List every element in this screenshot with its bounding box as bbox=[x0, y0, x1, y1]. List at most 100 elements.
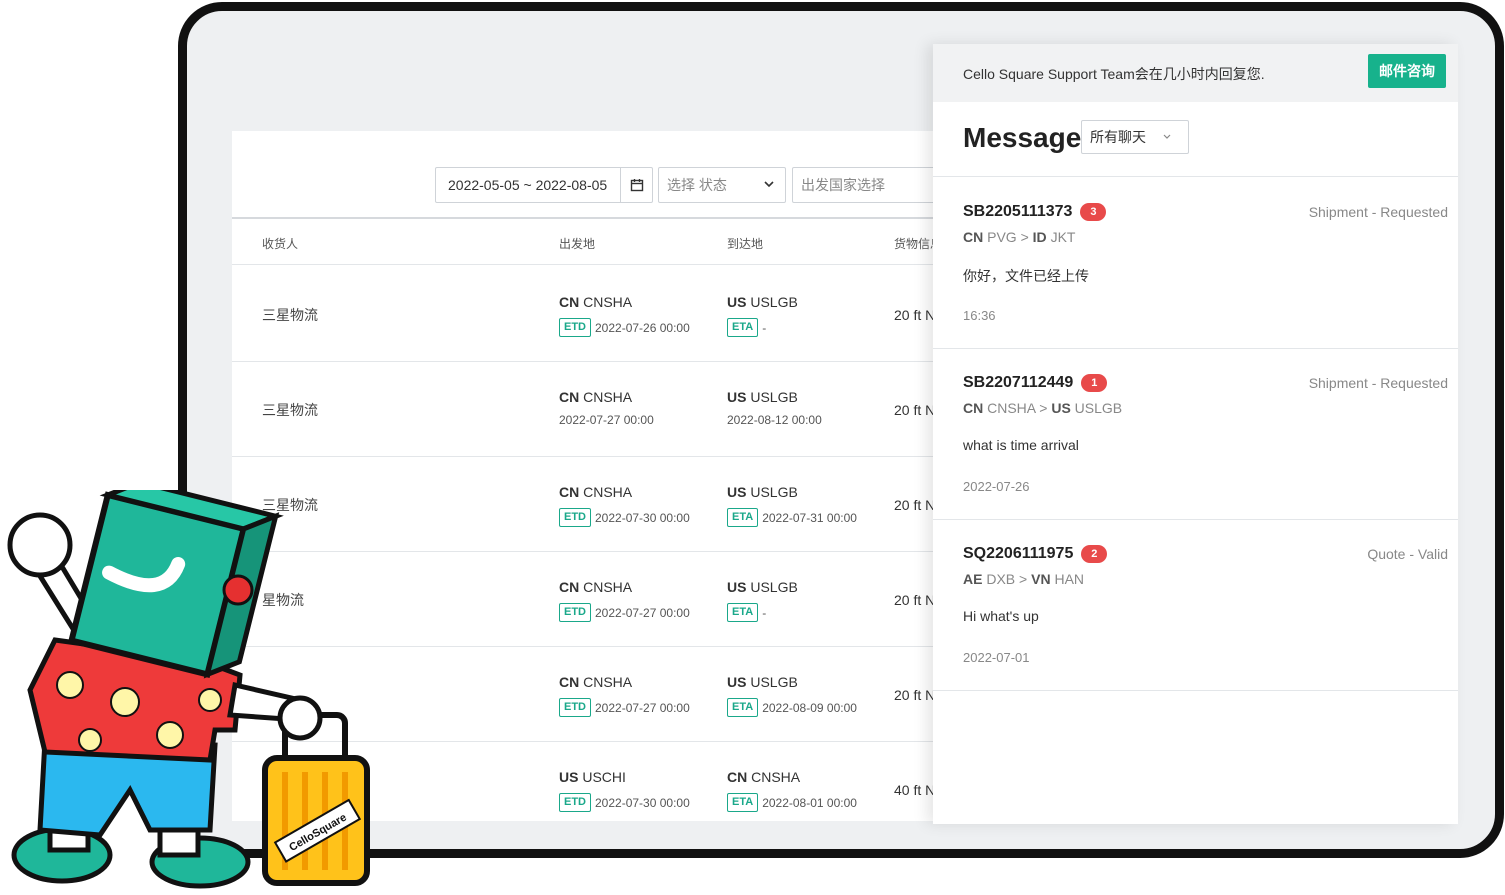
origin-country: CN bbox=[559, 389, 580, 405]
origin-time: 2022-07-27 00:00 bbox=[595, 605, 690, 620]
table-row[interactable]: 三星物流 CN CNSHA 2022-07-27 00:00 US USLGB … bbox=[232, 362, 992, 457]
message-text: Hi what's up bbox=[963, 608, 1039, 624]
destination-time-line: ETA 2022-08-09 00:00 bbox=[727, 698, 857, 717]
destination-country: CN bbox=[727, 769, 748, 785]
destination-time: 2022-08-09 00:00 bbox=[762, 700, 857, 715]
message-text: 你好，文件已经上传 bbox=[963, 268, 1089, 284]
departure-country-placeholder: 出发国家选择 bbox=[801, 177, 885, 193]
filter-bar: 2022-05-05 ~ 2022-08-05 选择 状态 出发国家选择 bbox=[232, 131, 992, 219]
support-notice: Cello Square Support Team会在几小时内回复您. bbox=[963, 66, 1265, 82]
origin-time-line: ETD 2022-07-30 00:00 bbox=[559, 508, 690, 527]
etd-tag: ETD bbox=[559, 603, 591, 622]
origin-time: 2022-07-27 00:00 bbox=[595, 700, 690, 715]
destination-country: US bbox=[727, 294, 747, 310]
destination-location: US USLGB bbox=[727, 674, 798, 690]
message-route: CN CNSHA > US USLGB bbox=[963, 400, 1123, 416]
route-from-country: CN bbox=[963, 229, 984, 245]
consignee-name: 三星物流 bbox=[262, 402, 318, 418]
eta-tag: ETA bbox=[727, 698, 759, 717]
destination-port: USLGB bbox=[750, 294, 798, 310]
status-select[interactable]: 选择 状态 bbox=[658, 167, 786, 203]
origin-location: CN CNSHA bbox=[559, 674, 632, 690]
eta-tag: ETA bbox=[727, 318, 759, 337]
origin-port: CNSHA bbox=[583, 294, 633, 310]
date-range-picker[interactable]: 2022-05-05 ~ 2022-08-05 bbox=[435, 167, 653, 203]
origin-time: 2022-07-30 00:00 bbox=[595, 510, 690, 525]
destination-time: 2022-07-31 00:00 bbox=[762, 510, 857, 525]
origin-port: CNSHA bbox=[583, 389, 633, 405]
origin-country: CN bbox=[559, 294, 580, 310]
destination-time-line: ETA 2022-08-01 00:00 bbox=[727, 793, 857, 812]
etd-tag: ETD bbox=[559, 508, 591, 527]
unread-badge: 2 bbox=[1081, 545, 1108, 563]
origin-time: 2022-07-30 00:00 bbox=[595, 795, 690, 810]
message-item[interactable]: SQ2206111975 2 Quote - Valid AE DXB > VN … bbox=[933, 520, 1458, 691]
origin-time-line: ETD 2022-07-30 00:00 bbox=[559, 793, 690, 812]
calendar-icon[interactable] bbox=[620, 168, 652, 202]
eta-tag: ETA bbox=[727, 793, 759, 812]
destination-location: US USLGB bbox=[727, 579, 798, 595]
destination-country: US bbox=[727, 389, 747, 405]
date-range-value: 2022-05-05 ~ 2022-08-05 bbox=[448, 177, 608, 193]
route-to-port: HAN bbox=[1054, 571, 1085, 587]
message-time: 2022-07-01 bbox=[963, 650, 1030, 665]
route-to-port: JKT bbox=[1050, 229, 1076, 245]
unread-badge: 3 bbox=[1080, 203, 1107, 221]
eta-tag: ETA bbox=[727, 508, 759, 527]
unread-badge: 1 bbox=[1081, 374, 1108, 392]
route-from-port: CNSHA bbox=[987, 400, 1036, 416]
origin-port: USCHI bbox=[582, 769, 626, 785]
page-title: Message bbox=[963, 122, 1082, 153]
destination-time: - bbox=[762, 605, 767, 620]
origin-location: US USCHI bbox=[559, 769, 626, 785]
origin-location: CN CNSHA bbox=[559, 579, 632, 595]
destination-time-line: ETA 2022-07-31 00:00 bbox=[727, 508, 857, 527]
col-origin: 出发地 bbox=[559, 237, 596, 251]
chat-filter-select[interactable]: 所有聊天 bbox=[1081, 120, 1189, 154]
destination-location: CN CNSHA bbox=[727, 769, 800, 785]
destination-location: US USLGB bbox=[727, 389, 798, 405]
origin-time-line: ETD 2022-07-26 00:00 bbox=[559, 318, 690, 337]
etd-tag: ETD bbox=[559, 698, 591, 717]
message-status: Quote - Valid bbox=[1367, 546, 1448, 562]
destination-country: US bbox=[727, 579, 747, 595]
etd-tag: ETD bbox=[559, 318, 591, 337]
destination-time-line: ETA - bbox=[727, 603, 766, 622]
route-to-country: ID bbox=[1032, 229, 1047, 245]
origin-country: CN bbox=[559, 579, 580, 595]
origin-time-line: ETD 2022-07-27 00:00 bbox=[559, 698, 690, 717]
origin-time: 2022-07-26 00:00 bbox=[595, 320, 690, 335]
status-select-placeholder: 选择 状态 bbox=[667, 177, 727, 193]
destination-location: US USLGB bbox=[727, 294, 798, 310]
destination-country: US bbox=[727, 674, 747, 690]
message-item[interactable]: SB2207112449 1 Shipment - Requested CN CN… bbox=[933, 349, 1458, 520]
origin-time-line: ETD 2022-07-27 00:00 bbox=[559, 603, 690, 622]
origin-country: CN bbox=[559, 484, 580, 500]
destination-time: 2022-08-01 00:00 bbox=[762, 795, 857, 810]
email-inquiry-button[interactable]: 邮件咨询 bbox=[1368, 54, 1446, 88]
destination-port: USLGB bbox=[750, 674, 798, 690]
route-from-port: PVG bbox=[987, 229, 1017, 245]
message-route: CN PVG > ID JKT bbox=[963, 229, 1076, 245]
destination-port: USLGB bbox=[750, 579, 798, 595]
message-time: 16:36 bbox=[963, 308, 996, 323]
origin-time-line: 2022-07-27 00:00 bbox=[559, 413, 654, 427]
destination-time: 2022-08-12 00:00 bbox=[727, 413, 822, 427]
chevron-down-icon bbox=[1162, 121, 1172, 166]
table-row[interactable]: 三星物流 CN CNSHA ETD 2022-07-26 00:00 US USL… bbox=[232, 267, 992, 362]
message-ref: SB2207112449 1 bbox=[963, 374, 1108, 392]
origin-port: CNSHA bbox=[583, 579, 633, 595]
shipment-number: SB2207112449 bbox=[963, 374, 1074, 391]
destination-country: US bbox=[727, 484, 747, 500]
col-destination: 到达地 bbox=[727, 237, 764, 251]
message-item[interactable]: SB2205111373 3 Shipment - Requested CN PV… bbox=[933, 178, 1458, 349]
col-consignee: 收货人 bbox=[262, 237, 299, 251]
etd-tag: ETD bbox=[559, 793, 591, 812]
origin-country: CN bbox=[559, 674, 580, 690]
message-header: Message 所有聊天 bbox=[933, 102, 1458, 177]
destination-location: US USLGB bbox=[727, 484, 798, 500]
route-to-country: US bbox=[1051, 400, 1071, 416]
table-header: 收货人 出发地 到达地 货物信息 bbox=[232, 221, 992, 265]
mascot-illustration: CelloSquare bbox=[7, 490, 370, 889]
message-text: what is time arrival bbox=[963, 437, 1079, 453]
